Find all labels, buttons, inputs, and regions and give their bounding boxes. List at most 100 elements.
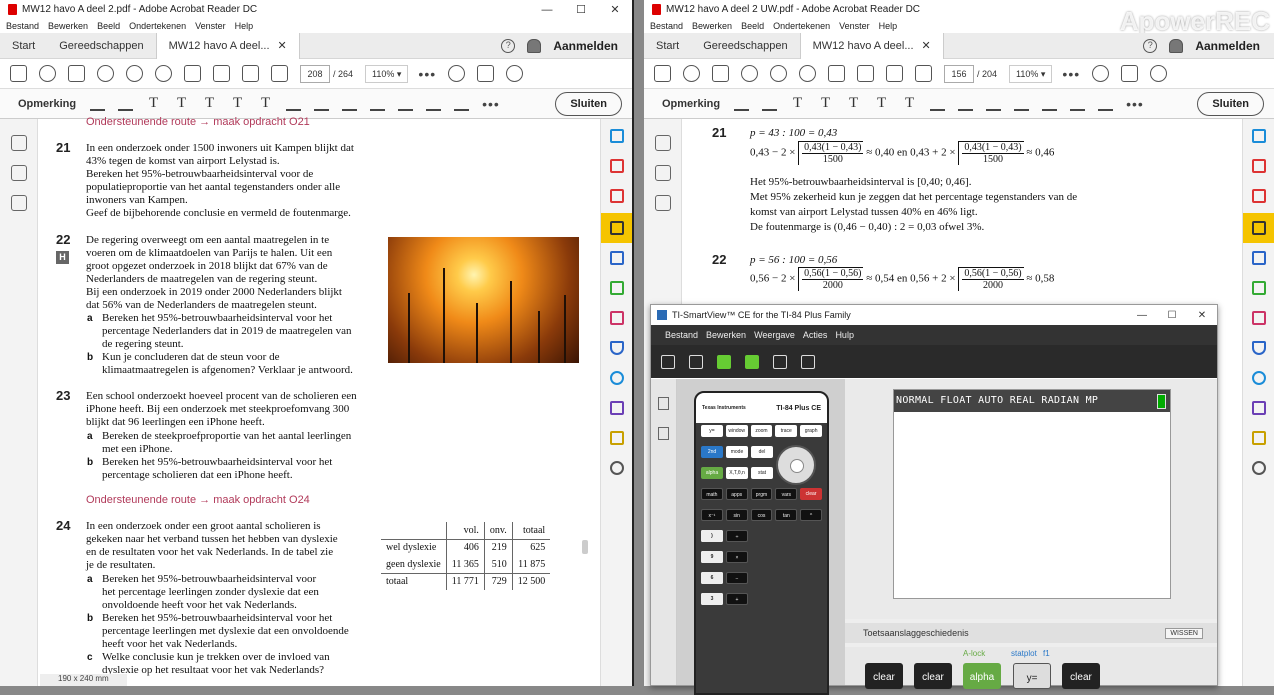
more-comment-tools-icon[interactable]: ••• [1126,96,1144,112]
title-bar[interactable]: MW12 havo A deel 2.pdf - Adobe Acrobat R… [0,0,632,19]
edit-pdf-icon[interactable] [610,159,624,173]
transfer-icon[interactable] [745,354,759,369]
tab-document[interactable]: MW12 havo A deel... ✕ [155,32,300,59]
add-user-icon[interactable] [506,65,524,82]
calc-key[interactable]: math [701,488,723,500]
calc-key[interactable]: y= [701,425,723,437]
help-icon[interactable]: ? [501,38,516,53]
history-key[interactable]: alpha [963,663,1001,689]
create-pdf-side-icon[interactable] [1252,189,1266,203]
print-icon[interactable] [712,65,729,82]
calc-key[interactable]: tan [775,509,798,521]
calculator-select-icon[interactable] [689,354,703,369]
calculator-view-icon[interactable] [658,397,669,410]
calc-key[interactable]: stat [751,467,773,479]
text-underline-icon[interactable]: T [790,96,805,111]
redo-icon[interactable] [799,65,816,82]
mail-icon[interactable] [1121,65,1139,82]
line-icon[interactable] [1070,96,1086,111]
comment-icon[interactable] [1252,221,1266,235]
menu-ondertekenen[interactable]: Ondertekenen [129,21,186,31]
ti-title-bar[interactable]: TI-SmartView™ CE for the TI-84 Plus Fami… [651,305,1217,325]
organize-pages-icon[interactable] [1252,281,1266,295]
support-route-link[interactable]: Ondersteunende route → maak opdracht O21 [86,116,310,128]
more-comment-tools-icon[interactable]: ••• [482,96,500,112]
tools-wrench-icon[interactable] [610,461,624,475]
documents-icon[interactable] [658,427,669,440]
calc-key[interactable]: × [726,551,748,563]
create-pdf-side-icon[interactable] [610,189,624,203]
ti-close-button[interactable]: ✕ [1187,310,1217,321]
edit-pdf-icon[interactable] [1252,159,1266,173]
link-icon[interactable] [1092,65,1110,82]
highlight-pen-icon[interactable] [762,96,778,111]
undo-icon[interactable] [126,65,143,82]
optimize-icon[interactable] [1252,371,1266,385]
history-key[interactable]: clear [865,663,903,689]
calc-key[interactable]: vars [775,488,798,500]
protect-shield-icon[interactable] [1252,341,1266,355]
attach-icon[interactable] [398,96,414,111]
ti-menu-hulp[interactable]: Hulp [835,330,854,340]
redo-icon[interactable] [155,65,172,82]
eraser-icon[interactable] [342,96,358,111]
clear-history-button[interactable]: WISSEN [1165,627,1203,639]
calc-key[interactable]: trace [775,425,798,437]
calc-key[interactable]: zoom [750,425,773,437]
history-key[interactable]: clear [1062,663,1100,689]
menu-help[interactable]: Help [235,21,254,31]
menu-beeld[interactable]: Beeld [97,21,120,31]
calc-key[interactable]: clear [800,488,822,500]
page-thumbnails-icon[interactable] [11,135,27,151]
insert-text-icon[interactable]: T [230,96,245,111]
tags-icon[interactable] [11,195,27,211]
tab-tools[interactable]: Gereedschappen [47,33,155,59]
calc-key[interactable]: 3 [701,593,723,605]
calc-key[interactable]: 6 [701,572,723,584]
page-thumbnails-icon[interactable] [655,135,671,151]
send-sign-icon[interactable] [610,401,624,415]
calc-key[interactable]: sin [725,509,748,521]
calculator-screen[interactable]: NORMAL FLOAT AUTO REAL RADIAN MP [893,389,1171,599]
calc-key[interactable]: apps [725,488,748,500]
calc-key[interactable]: alpha [701,467,723,479]
export-pdf-icon[interactable] [610,129,624,143]
calc-key[interactable]: ^ [800,509,822,521]
certificate-icon[interactable] [610,431,624,445]
ti-menu-acties[interactable]: Acties [803,330,828,340]
pencil-icon[interactable] [958,96,974,111]
tab-start[interactable]: Start [644,33,691,59]
calc-key[interactable]: + [726,593,748,605]
menu-beeld[interactable]: Beeld [741,21,764,31]
attachment-icon[interactable] [655,165,671,181]
calc-key[interactable]: x⁻¹ [701,509,723,521]
hand-tool-icon[interactable] [271,65,288,82]
cut-icon[interactable] [828,65,845,82]
replace-text-icon[interactable]: T [846,96,861,111]
page-number-input[interactable]: 208 [300,64,330,83]
attach-icon[interactable] [1042,96,1058,111]
zoom-select[interactable]: 110% ▾ [1009,64,1053,83]
textbox-icon[interactable] [286,96,302,111]
upload-icon[interactable] [39,65,56,82]
text-underline-icon[interactable]: T [146,96,161,111]
upload-icon[interactable] [683,65,700,82]
bell-icon[interactable] [1169,38,1184,53]
textbox-icon[interactable] [930,96,946,111]
create-pdf-icon[interactable] [10,65,27,82]
layout-icon[interactable] [773,354,787,369]
close-comment-button[interactable]: Sluiten [1197,91,1264,116]
calc-key[interactable]: − [726,572,748,584]
menu-bestand[interactable]: Bestand [6,21,39,31]
calc-key[interactable]: ÷ [726,530,748,542]
strikethrough-icon[interactable]: T [818,96,833,111]
history-key[interactable]: y= [1013,663,1051,689]
stamp-icon[interactable] [370,96,386,111]
cut-icon[interactable] [184,65,201,82]
tags-icon[interactable] [655,195,671,211]
page-number-input[interactable]: 156 [944,64,974,83]
sticky-note-icon[interactable] [734,96,750,111]
search-icon[interactable] [97,65,114,82]
pencil-icon[interactable] [314,96,330,111]
calc-key[interactable]: del [751,446,773,458]
